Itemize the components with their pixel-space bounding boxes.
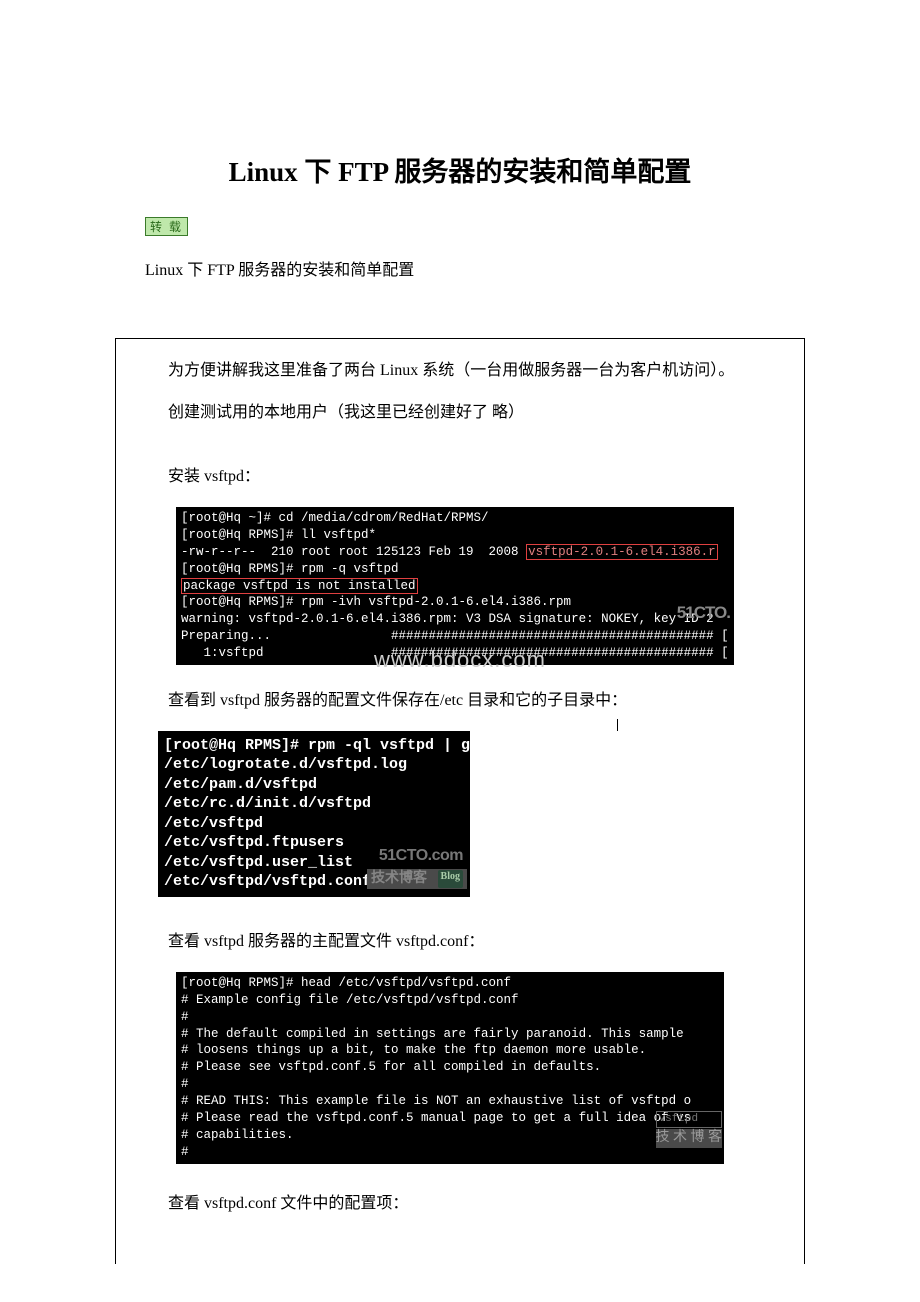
divider-icon	[617, 719, 618, 731]
terminal-install: [root@Hq ~]# cd /media/cdrom/RedHat/RPMS…	[176, 507, 734, 665]
paragraph-2: 创建测试用的本地用户（我这里已经创建好了 略）	[136, 401, 784, 425]
watermark-block: 51CTO.com技术博客Blog	[367, 846, 467, 894]
paragraph-1: 为方便讲解我这里准备了两台 Linux 系统（一台用做服务器一台为客户机访问）。	[136, 359, 784, 383]
paragraph-6: 查看 vsftpd.conf 文件中的配置项：	[136, 1192, 784, 1216]
repost-badge: 转 载	[145, 217, 188, 236]
paragraph-5: 查看 vsftpd 服务器的主配置文件 vsftpd.conf：	[136, 930, 784, 954]
watermark-51cto-icon: 51CTO.	[677, 602, 730, 625]
paragraph-4: 查看到 vsftpd 服务器的配置文件保存在/etc 目录和它的子目录中：	[136, 689, 784, 713]
terminal-conf-head: [root@Hq RPMS]# head /etc/vsftpd/vsftpd.…	[176, 972, 724, 1164]
paragraph-3: 安装 vsftpd：	[136, 465, 784, 489]
article-body: 为方便讲解我这里准备了两台 Linux 系统（一台用做服务器一台为客户机访问）。…	[115, 338, 805, 1264]
watermark-t3: vsftpd技 术 博 客	[656, 1111, 723, 1148]
intro-text: Linux 下 FTP 服务器的安装和简单配置	[145, 256, 775, 280]
terminal-config-files: [root@Hq RPMS]# rpm -ql vsftpd | grep et…	[158, 731, 470, 897]
page-title: Linux 下 FTP 服务器的安装和简单配置	[145, 150, 775, 189]
